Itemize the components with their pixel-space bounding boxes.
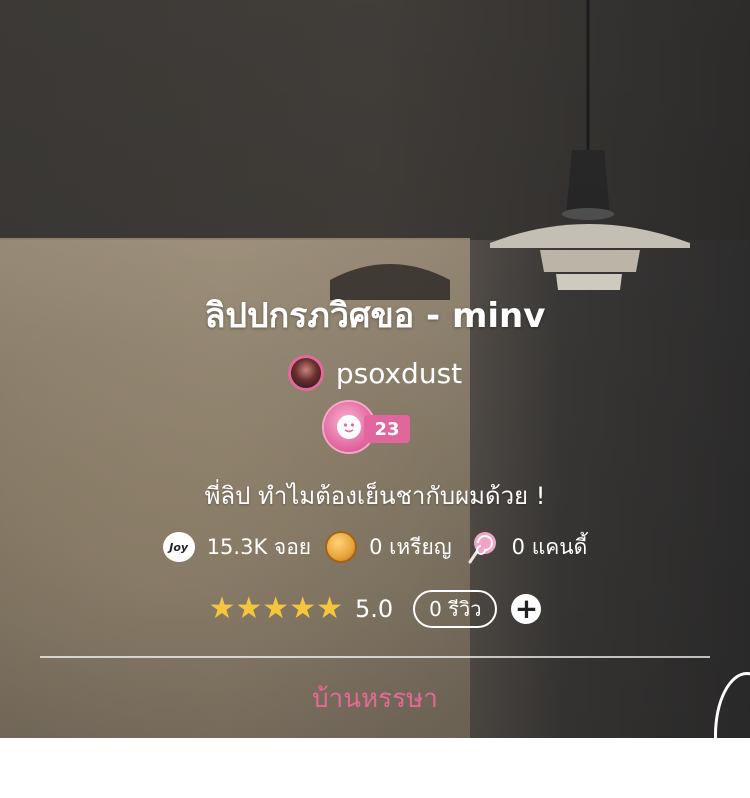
reviews-button[interactable]: 0 รีวิว: [413, 590, 498, 628]
author-avatar[interactable]: [287, 355, 324, 391]
divider: [40, 656, 710, 658]
rating-score: 5.0: [355, 595, 394, 623]
lollipop-icon: [468, 532, 496, 564]
candy-count: 0 แคนดี้: [511, 534, 588, 559]
story-category[interactable]: บ้านหรรษา: [0, 678, 750, 719]
plus-circle-icon[interactable]: +: [511, 594, 542, 624]
level-number: 23: [364, 415, 410, 443]
story-title: ลิปปกรภวิศขอ - minv: [204, 296, 546, 336]
story-tagline: พี่ลิป ทำไมต้องเย็นชากับผมด้วย !: [204, 482, 546, 510]
coin-stat: 0 เหรียญ: [325, 531, 452, 564]
joy-stat: Joy 15.3K จอย: [162, 531, 312, 564]
stats-row: Joy 15.3K จอย 0 เหรียญ 0 แคนดี้: [0, 530, 750, 564]
smiley-face-icon: [337, 415, 361, 439]
author-username[interactable]: psoxdust: [336, 357, 462, 390]
author-row[interactable]: psoxdust: [0, 355, 750, 391]
joy-badge-icon: Joy: [162, 532, 195, 562]
candy-stat: 0 แคนดี้: [466, 530, 588, 564]
author-level-badge: 23: [324, 402, 414, 452]
rating-row: ★★★★★ 5.0 0 รีวิว +: [0, 590, 750, 628]
story-header: ลิปปกรภวิศขอ - minv psoxdust 23 พี่ลิป ท…: [0, 0, 750, 798]
coin-icon: [325, 531, 358, 563]
coin-count: 0 เหรียญ: [369, 534, 452, 559]
star-rating: ★★★★★: [208, 591, 343, 626]
joy-icon-text: Joy: [169, 540, 189, 554]
joy-count: 15.3K จอย: [206, 534, 312, 559]
